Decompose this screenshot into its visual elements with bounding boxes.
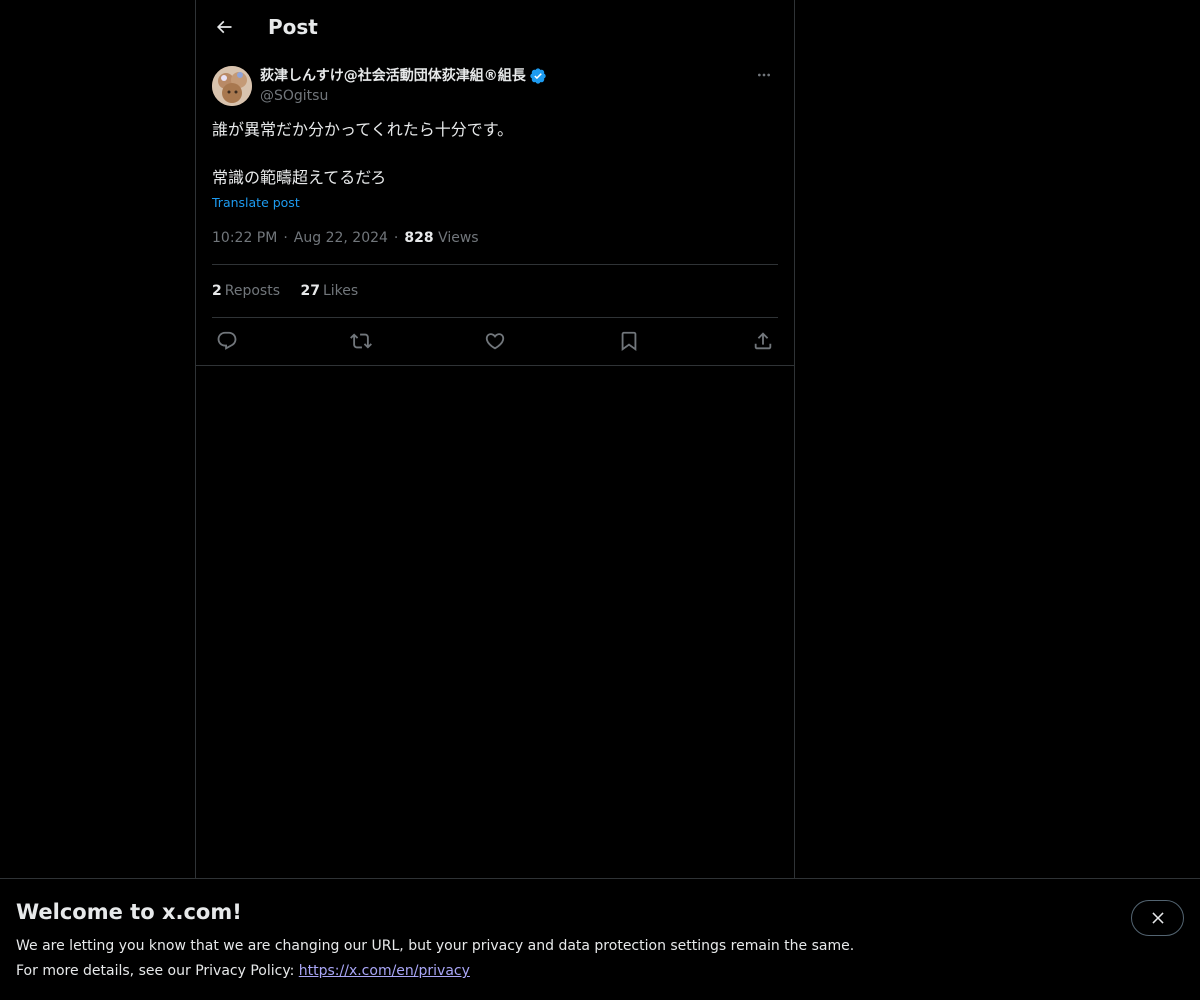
reposts-label: Reposts	[224, 283, 280, 299]
welcome-banner: Welcome to x.com! We are letting you kno…	[0, 878, 1200, 1000]
likes-count: 27	[300, 283, 320, 299]
post-actions	[212, 326, 778, 356]
banner-privacy-prefix: For more details, see our Privacy Policy…	[16, 963, 299, 979]
banner-message: We are letting you know that we are chan…	[16, 938, 855, 954]
divider	[212, 317, 778, 318]
main-column: Post 荻津しんすけ@社会活動団体荻津組®組長 @SOgitsu 誰が異常だか…	[195, 0, 795, 878]
post-meta: 10:22 PM · Aug 22, 2024 · 828 Views	[212, 228, 479, 248]
likes-stat[interactable]: 27 Likes	[300, 281, 358, 301]
post-date[interactable]: Aug 22, 2024	[294, 230, 388, 246]
separator-dot: ·	[283, 230, 288, 246]
arrow-left-icon	[216, 20, 232, 34]
views-label: Views	[438, 230, 479, 246]
post-header: Post	[196, 0, 794, 54]
post-text-line: 常識の範疇超えてるだろ	[212, 168, 387, 187]
privacy-policy-link[interactable]: https://x.com/en/privacy	[299, 963, 470, 979]
back-button[interactable]	[208, 11, 240, 43]
share-icon	[754, 332, 772, 350]
page-title: Post	[268, 15, 318, 39]
reposts-stat[interactable]: 2 Reposts	[212, 281, 280, 301]
post-time[interactable]: 10:22 PM	[212, 230, 277, 246]
bookmark-icon	[621, 331, 637, 352]
repost-icon	[350, 333, 372, 349]
verified-badge-icon	[530, 68, 546, 84]
share-button[interactable]	[748, 326, 778, 356]
author-handle[interactable]: @SOgitsu	[260, 86, 328, 106]
separator-dot: ·	[393, 230, 399, 246]
post-text: 誰が異常だか分かってくれたら十分です。 常識の範疇超えてるだろ	[212, 118, 778, 190]
post-stats: 2 Reposts 27 Likes	[212, 281, 374, 301]
views-count: 828	[404, 230, 434, 246]
banner-privacy-line: For more details, see our Privacy Policy…	[16, 961, 470, 981]
avatar[interactable]	[212, 66, 252, 106]
like-button[interactable]	[480, 326, 510, 356]
author-name-text: 荻津しんすけ@社会活動団体荻津組®組長	[260, 68, 526, 84]
divider	[212, 264, 778, 265]
banner-close-button[interactable]	[1131, 900, 1184, 936]
author-name[interactable]: 荻津しんすけ@社会活動団体荻津組®組長	[260, 66, 547, 86]
post-text-line: 誰が異常だか分かってくれたら十分です。	[212, 120, 514, 139]
banner-title: Welcome to x.com!	[16, 900, 242, 924]
reply-button[interactable]	[212, 326, 242, 356]
likes-label: Likes	[322, 283, 359, 299]
repost-button[interactable]	[346, 326, 376, 356]
close-icon	[1151, 912, 1164, 924]
more-icon	[758, 73, 770, 77]
translate-post-link[interactable]: Translate post	[212, 194, 300, 212]
divider	[196, 365, 794, 366]
more-options-button[interactable]	[750, 64, 778, 86]
heart-icon	[485, 333, 505, 350]
reply-icon	[217, 331, 237, 350]
bookmark-button[interactable]	[614, 326, 644, 356]
reposts-count: 2	[212, 283, 222, 299]
